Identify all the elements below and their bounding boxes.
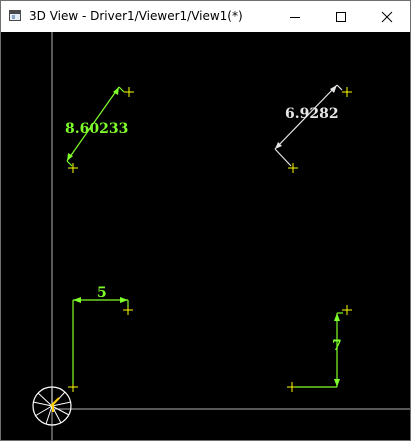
3d-viewport-canvas[interactable]: 8.60233 6.9282 5 7 [1,32,410,440]
dimension-5-label: 5 [97,285,107,301]
3d-view-window: 3D View - Driver1/Viewer1/View1(*) 8.602… [0,0,411,441]
app-window-icon [9,10,21,21]
close-icon [381,11,393,22]
close-button[interactable] [364,1,410,32]
title-bar[interactable]: 3D View - Driver1/Viewer1/View1(*) [1,1,410,32]
dimension-7-label: 7 [332,338,342,354]
dimension-6-9282-label: 6.9282 [285,106,339,122]
minimize-button[interactable] [272,1,318,32]
dimension-6-9282[interactable]: 6.9282 [274,84,343,167]
point-marker[interactable] [342,305,352,315]
scene-drawing: 8.60233 6.9282 5 7 [32,32,410,440]
minimize-icon [290,16,300,18]
point-marker[interactable] [68,163,78,173]
point-marker[interactable] [124,87,134,97]
maximize-button[interactable] [318,1,364,32]
dimension-8-60233[interactable]: 8.60233 [65,86,128,167]
point-marker[interactable] [342,87,352,97]
dimension-5[interactable]: 5 [72,285,129,384]
dimension-7[interactable]: 7 [295,312,343,388]
maximize-icon [336,11,346,22]
dimension-8-60233-label: 8.60233 [65,121,128,137]
window-title: 3D View - Driver1/Viewer1/View1(*) [29,9,243,23]
